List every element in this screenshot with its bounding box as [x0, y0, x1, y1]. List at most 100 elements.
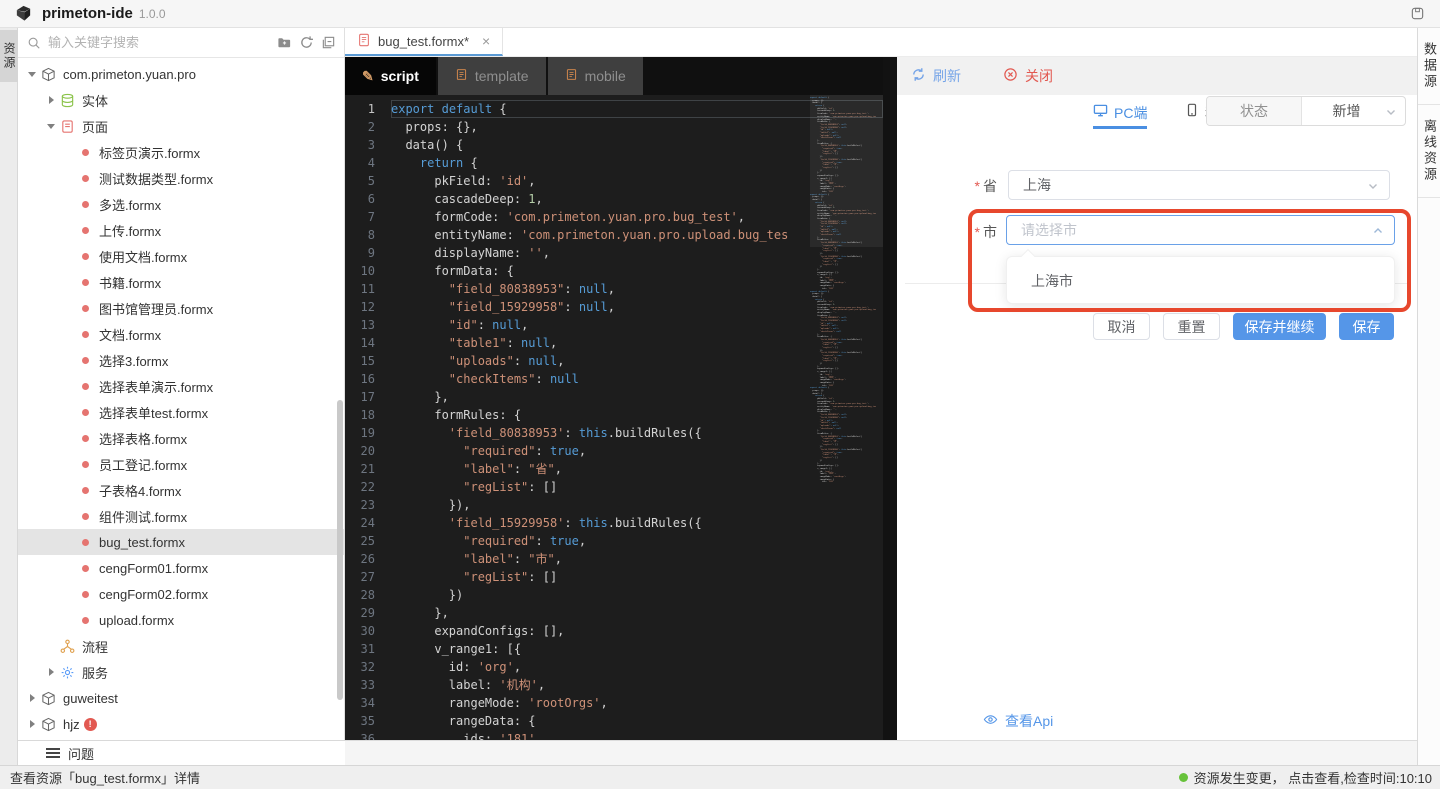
tree-item[interactable]: 测试数据类型.formx — [18, 165, 344, 191]
line-number: 1 — [345, 100, 391, 118]
tree-item-label: upload.formx — [99, 613, 174, 628]
line-number: 6 — [345, 190, 391, 208]
minimap-viewport[interactable] — [810, 95, 883, 247]
tree-item[interactable]: 实体 — [18, 87, 344, 113]
tree-item[interactable]: 页面 — [18, 113, 344, 139]
editor-tab-bar: bug_test.formx* × — [345, 28, 1417, 57]
tree-item[interactable]: cengForm02.formx — [18, 581, 344, 607]
phone-icon — [1185, 103, 1199, 120]
panel-toggle-icon[interactable] — [1410, 6, 1426, 22]
tree-item[interactable]: com.primeton.yuan.pro — [18, 61, 344, 87]
tab-script[interactable]: ✎ script — [345, 57, 436, 95]
dropdown-option-shanghai[interactable]: 上海市 — [1007, 257, 1394, 305]
save-continue-button[interactable]: 保存并继续 — [1233, 313, 1326, 340]
tree-item[interactable]: 文档.formx — [18, 321, 344, 347]
tree-item-label: 使用文档.formx — [99, 247, 187, 266]
tree-item[interactable]: hjz! — [18, 711, 344, 737]
close-preview-button[interactable]: 关闭 — [1003, 66, 1053, 86]
reset-button[interactable]: 重置 — [1163, 313, 1220, 340]
cancel-button[interactable]: 取消 — [1093, 313, 1150, 340]
line-number: 15 — [345, 352, 391, 370]
code-area[interactable]: 1export default {2 props: {},3 data() {4… — [345, 95, 883, 740]
status-select[interactable]: 状态 新增 — [1206, 96, 1406, 126]
tree-item[interactable]: 选择表格.formx — [18, 425, 344, 451]
tree-item[interactable]: 图书馆管理员.formx — [18, 295, 344, 321]
collapse-all-icon[interactable] — [320, 35, 336, 51]
tree-item[interactable]: 书籍.formx — [18, 269, 344, 295]
province-select[interactable]: 上海 — [1008, 170, 1390, 200]
tree-item-label: 选择表格.formx — [99, 429, 187, 448]
tab-template[interactable]: template — [438, 57, 546, 95]
new-folder-icon[interactable] — [276, 35, 292, 51]
tree-item-label: com.primeton.yuan.pro — [63, 67, 196, 82]
line-number: 10 — [345, 262, 391, 280]
line-number: 9 — [345, 244, 391, 262]
template-doc-icon — [455, 68, 468, 84]
tree-item[interactable]: 员工登记.formx — [18, 451, 344, 477]
search-input[interactable] — [48, 35, 270, 50]
tree-item-label: 组件测试.formx — [99, 507, 187, 526]
tree-item[interactable]: bug_test.formx — [18, 529, 344, 555]
dot-icon — [82, 227, 89, 234]
tree-item[interactable]: 选择3.formx — [18, 347, 344, 373]
right-tab-datasource[interactable]: 数据源 — [1418, 28, 1440, 105]
tree-item[interactable]: 上传.formx — [18, 217, 344, 243]
city-select[interactable]: 请选择市 — [1006, 215, 1395, 245]
line-number: 22 — [345, 478, 391, 496]
tree-item-label: cengForm01.formx — [99, 561, 208, 576]
refresh-button[interactable]: 刷新 — [911, 66, 961, 86]
tree-item[interactable]: 选择表单演示.formx — [18, 373, 344, 399]
code-line: 34 rangeMode: 'rootOrgs', — [345, 694, 883, 712]
file-tab-bug-test[interactable]: bug_test.formx* × — [345, 28, 503, 56]
code-line: 1export default { — [345, 100, 883, 118]
right-tab-offline-resources[interactable]: 离线资源 — [1418, 105, 1440, 198]
tree-item[interactable]: upload.formx — [18, 607, 344, 633]
sidebar-tab-resources[interactable]: 资源 — [0, 30, 18, 82]
view-api-link[interactable]: 查看Api — [983, 711, 1053, 731]
tree-item[interactable]: 标签页演示.formx — [18, 139, 344, 165]
status-right[interactable]: 资源发生变更， 点击查看,检查时间:10:10 — [1179, 768, 1432, 787]
tab-mobile[interactable]: mobile — [548, 57, 643, 95]
editor-scrollbar[interactable] — [883, 57, 897, 740]
tree-scrollbar[interactable] — [337, 400, 343, 700]
tree-item[interactable]: cengForm01.formx — [18, 555, 344, 581]
line-number: 3 — [345, 136, 391, 154]
tree-item[interactable]: 服务 — [18, 659, 344, 685]
line-number: 14 — [345, 334, 391, 352]
line-number: 36 — [345, 730, 391, 740]
line-number: 27 — [345, 568, 391, 586]
dot-icon — [82, 383, 89, 390]
app-version: 1.0.0 — [139, 7, 166, 21]
tree-item-label: 页面 — [82, 117, 108, 136]
tree-item[interactable]: 子表格4.formx — [18, 477, 344, 503]
code-line: 20 "required": true, — [345, 442, 883, 460]
code-line: 28 }) — [345, 586, 883, 604]
problems-bar[interactable]: 问题 — [18, 740, 345, 765]
tab-pc-device[interactable]: PC端 — [1093, 103, 1147, 129]
tree-item[interactable]: 使用文档.formx — [18, 243, 344, 269]
line-number: 21 — [345, 460, 391, 478]
tree-item[interactable]: 组件测试.formx — [18, 503, 344, 529]
status-left-text[interactable]: 查看资源「bug_test.formx」详情 — [10, 768, 200, 787]
code-line: 27 "regList": [] — [345, 568, 883, 586]
tree-item[interactable]: 选择表单test.formx — [18, 399, 344, 425]
dot-icon — [82, 565, 89, 572]
close-tab-icon[interactable]: × — [482, 33, 490, 49]
save-button[interactable]: 保存 — [1339, 313, 1394, 340]
code-line: 11 "field_80838953": null, — [345, 280, 883, 298]
code-line: 13 "id": null, — [345, 316, 883, 334]
tree-item[interactable]: 多选.formx — [18, 191, 344, 217]
city-label-text: 市 — [983, 224, 997, 240]
code-line: 10 formData: { — [345, 262, 883, 280]
status-select-value[interactable]: 新增 — [1302, 97, 1405, 125]
tree-item[interactable]: guweitest — [18, 685, 344, 711]
code-line: 23 }), — [345, 496, 883, 514]
tree-item[interactable]: 流程 — [18, 633, 344, 659]
code-line: 6 cascadeDeep: 1, — [345, 190, 883, 208]
line-number: 30 — [345, 622, 391, 640]
line-number: 7 — [345, 208, 391, 226]
mobile-doc-icon — [565, 68, 578, 84]
refresh-tree-icon[interactable] — [298, 35, 314, 51]
dot-icon — [82, 487, 89, 494]
tree-item-label: 标签页演示.formx — [99, 143, 200, 162]
